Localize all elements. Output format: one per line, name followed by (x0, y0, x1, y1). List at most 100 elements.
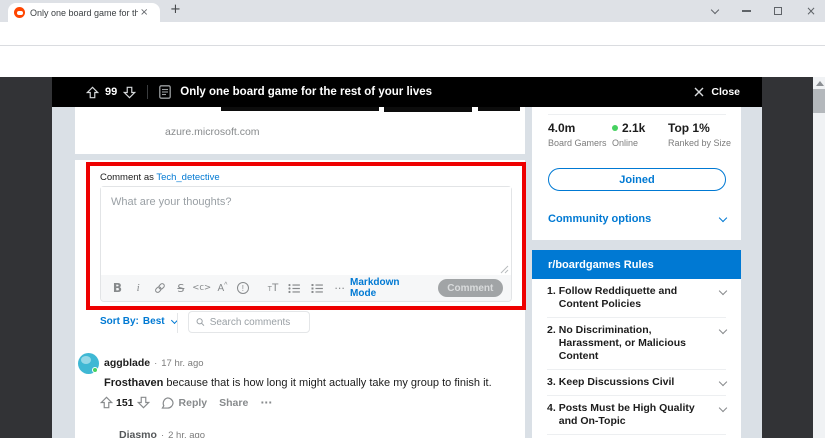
comment-meta-row: Diasmo · 2 hr. ago (119, 429, 205, 438)
tab-search-icon[interactable] (710, 0, 720, 22)
community-options-row[interactable]: Community options (548, 213, 728, 225)
downvote-icon[interactable] (136, 396, 150, 409)
online-dot-icon (612, 125, 618, 131)
rule-item[interactable]: 1. Follow Reddiquette and Content Polici… (547, 279, 728, 318)
comment-author[interactable]: aggblade (104, 357, 150, 369)
comment-meta-row: aggblade · 17 hr. ago (104, 357, 204, 369)
resize-handle-icon[interactable] (500, 265, 509, 274)
rule-expand-chevron-icon (718, 325, 728, 335)
comment-textarea[interactable] (101, 187, 511, 275)
comment-body-bold: Frosthaven (104, 377, 164, 389)
joined-button[interactable]: Joined (548, 168, 726, 191)
comment-time: 17 hr. ago (161, 358, 204, 369)
upvote-icon[interactable] (86, 85, 99, 99)
rules-list: 1. Follow Reddiquette and Content Polici… (532, 279, 741, 438)
window-close-button[interactable]: × (806, 0, 816, 22)
scrollbar-up-arrow[interactable] (816, 81, 824, 86)
post-overlay-banner: 99 Only one board game for the rest of y… (52, 77, 762, 107)
close-label: Close (711, 86, 740, 98)
search-icon (196, 318, 205, 326)
browser-tab[interactable]: Only one board game for the re × (8, 3, 160, 22)
browser-tab-bar: Only one board game for the re × + × (0, 0, 825, 22)
browser-toolbar: ← → reddit.com/r/boardgames/comments/151… (0, 22, 825, 64)
comment-author[interactable]: Diasmo (119, 429, 157, 438)
tab-title: Only one board game for the re (30, 7, 138, 18)
markdown-mode-link[interactable]: Markdown Mode (350, 277, 428, 299)
close-post-button[interactable]: Close (694, 86, 740, 98)
stat-value: 4.0m (548, 121, 576, 135)
comment-score: 151 (116, 396, 134, 409)
reddit-header: reddit Home + Advertise Tech_detective 1… (0, 46, 825, 140)
spoiler-icon[interactable]: ! (236, 282, 249, 294)
downvote-icon[interactable] (123, 86, 137, 99)
sort-divider (177, 313, 178, 333)
maximize-button[interactable] (774, 0, 782, 22)
stat-rank: Top 1% Ranked by Size (668, 121, 731, 148)
bold-icon[interactable]: B (107, 281, 128, 295)
heading-icon[interactable]: TT (263, 282, 284, 294)
browser-window: Only one board game for the re × + × ← →… (0, 0, 825, 438)
rules-card-header: r/boardgames Rules (532, 250, 741, 279)
more-formatting-icon[interactable]: ··· (329, 282, 350, 295)
rule-expand-chevron-icon (718, 286, 728, 296)
rule-number: 4. (547, 402, 556, 414)
scrollbar-thumb[interactable] (813, 89, 825, 113)
inline-code-icon[interactable]: <c> (191, 283, 212, 293)
post-document-icon (159, 85, 172, 99)
comment-avatar[interactable] (78, 353, 99, 374)
sort-value: Best (142, 316, 165, 327)
comment-actions: 151 Reply Share ··· (100, 396, 272, 409)
comment-as-text: Comment as (100, 172, 154, 183)
upvote-icon[interactable] (100, 396, 113, 409)
rule-number: 2. (547, 324, 556, 336)
dimmed-page-left (0, 77, 52, 438)
comment-body: Frosthaven because that is how long it m… (104, 377, 514, 389)
rule-item[interactable]: 4. Posts Must be High Quality and On-Top… (547, 396, 728, 435)
comment-more-icon[interactable]: ··· (260, 397, 272, 409)
stat-members: 4.0m Board Gamers (548, 121, 607, 148)
online-status-dot (92, 367, 98, 373)
minimize-button[interactable] (742, 0, 751, 22)
community-options-chevron-icon (718, 213, 728, 222)
sort-label: Sort By: (100, 316, 139, 327)
sidebar-divider (548, 114, 726, 115)
share-button[interactable]: Share (219, 397, 248, 409)
superscript-icon[interactable]: A^ (212, 282, 233, 294)
dimmed-page-right (762, 77, 813, 438)
superscript-mark: ^ (224, 282, 228, 289)
reply-button[interactable]: Reply (179, 397, 208, 409)
post-score: 99 (105, 86, 118, 98)
new-tab-button[interactable]: + (170, 2, 181, 17)
scrollbar-track[interactable] (813, 77, 825, 438)
rule-number: 3. (547, 376, 556, 388)
stat-label: Board Gamers (548, 138, 607, 148)
comment-body-text: because that is how long it might actual… (163, 377, 492, 389)
rule-item[interactable]: 2. No Discrimination, Harassment, or Mal… (547, 318, 728, 370)
comment-submit-button[interactable]: Comment (437, 279, 503, 297)
comment-search[interactable] (188, 311, 310, 333)
editor-toolbar: B i S <c> A^ ! TT ··· Markdown Mode Comm… (101, 275, 511, 301)
comment-time: 2 hr. ago (168, 430, 206, 438)
rule-text: Follow Reddiquette and Content Policies (558, 285, 678, 310)
tab-close-icon[interactable]: × (140, 7, 148, 18)
comment-as-username-link[interactable]: Tech_detective (156, 172, 219, 183)
italic-icon[interactable]: i (128, 282, 149, 294)
bulleted-list-icon[interactable] (288, 283, 301, 294)
reply-bubble-icon[interactable] (160, 396, 174, 409)
rule-text: No Discrimination, Harassment, or Malici… (558, 324, 686, 362)
rule-text: Keep Discussions Civil (558, 376, 675, 388)
comment-search-input[interactable] (209, 316, 302, 328)
avatar-pattern (81, 356, 91, 364)
rule-item[interactable]: 3. Keep Discussions Civil (547, 370, 728, 396)
numbered-list-icon[interactable] (311, 283, 324, 294)
rule-text: Posts Must be High Quality and On-Topic (558, 402, 695, 427)
meta-dot: · (160, 430, 165, 438)
strikethrough-icon[interactable]: S (170, 282, 191, 295)
sort-by-dropdown[interactable]: Sort By: Best (100, 316, 178, 327)
reddit-favicon (14, 7, 25, 18)
obscured-ad-headline-fragment (384, 107, 472, 112)
comment-editor: B i S <c> A^ ! TT ··· Markdown Mode Comm… (100, 186, 512, 302)
obscured-ad-headline-fragment (478, 107, 520, 111)
ad-domain-link[interactable]: azure.microsoft.com (165, 126, 260, 138)
link-icon[interactable] (154, 282, 166, 294)
